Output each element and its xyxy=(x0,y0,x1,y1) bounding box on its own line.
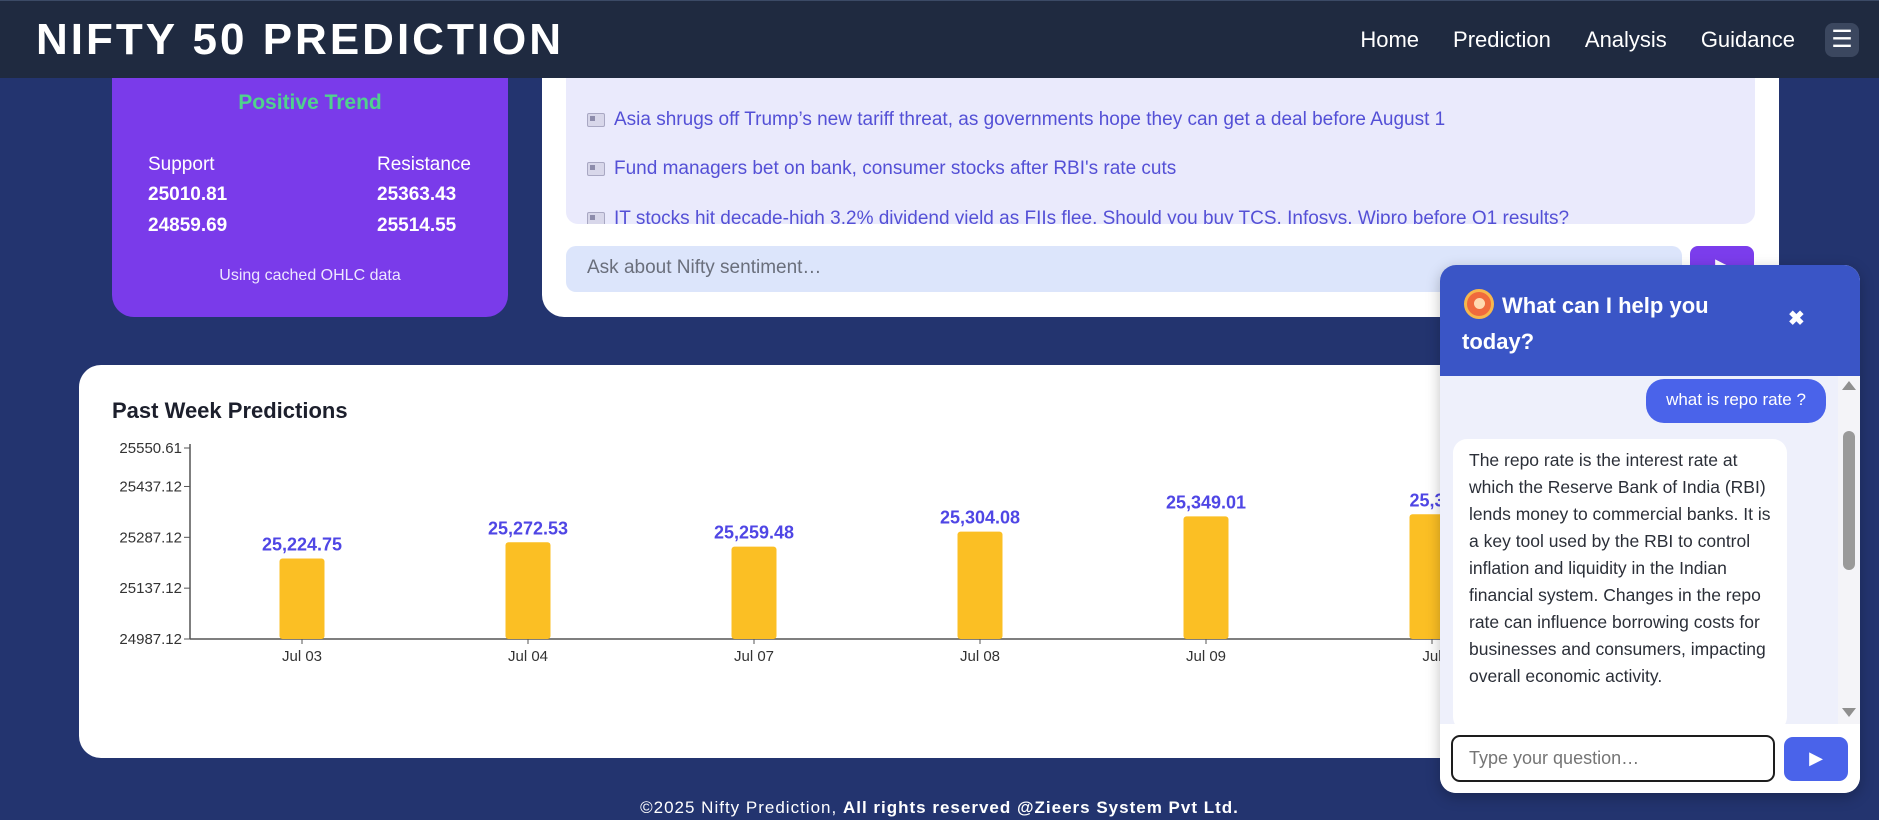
past-week-card: Past Week Predictions 25550.61 25437.12 25… xyxy=(79,365,1549,758)
newspaper-icon xyxy=(587,162,605,176)
footer-copyright: ©2025 Nifty Prediction, xyxy=(640,798,843,817)
close-icon[interactable]: ✖ xyxy=(1788,306,1805,331)
x-tick-label: Jul 08 xyxy=(960,648,1000,665)
bar-value-label: 25,272.53 xyxy=(488,518,568,538)
data-source-note: Using cached OHLC data xyxy=(219,267,401,284)
support-label: Support xyxy=(148,154,215,175)
news-list[interactable]: Asia shrugs off Trump’s new tariff threa… xyxy=(566,78,1755,224)
y-tick-label: 25137.12 xyxy=(119,580,182,597)
news-headline[interactable]: Fund managers bet on bank, consumer stoc… xyxy=(614,158,1176,180)
user-message: what is repo rate ? xyxy=(1646,379,1826,423)
chat-header: What can I help you today? ✖ xyxy=(1440,265,1860,376)
news-item[interactable]: Fund managers bet on bank, consumer stoc… xyxy=(566,158,1176,180)
y-tick-label: 25287.12 xyxy=(119,529,182,546)
bar-value-label: 25,259.48 xyxy=(714,523,794,543)
y-tick-label: 24987.12 xyxy=(119,631,182,648)
nav-prediction[interactable]: Prediction xyxy=(1453,27,1551,53)
brand-title[interactable]: NIFTY 50 PREDICTION xyxy=(36,15,564,65)
bar xyxy=(957,531,1003,639)
trend-card: Positive Trend Support Resistance 25010.… xyxy=(112,78,508,317)
bar-value-label: 25,224.75 xyxy=(262,534,342,554)
resistance-level-1: 25363.43 xyxy=(377,184,457,205)
top-navbar: NIFTY 50 PREDICTION Home Prediction Anal… xyxy=(0,0,1879,78)
news-headline[interactable]: Asia shrugs off Trump’s new tariff threa… xyxy=(614,109,1445,131)
resistance-label: Resistance xyxy=(377,154,471,175)
newspaper-icon xyxy=(587,113,605,127)
bar-value-label: 25,349.01 xyxy=(1166,492,1246,512)
scroll-down-icon[interactable] xyxy=(1842,708,1856,717)
chat-messages[interactable]: what is repo rate ? The repo rate is the… xyxy=(1440,376,1860,724)
nav-links: Home Prediction Analysis Guidance ☰ xyxy=(1326,22,1859,57)
x-tick-label: Jul 07 xyxy=(734,648,774,665)
resistance-level-2: 25514.55 xyxy=(377,215,457,236)
support-level-2: 24859.69 xyxy=(148,215,228,236)
chat-widget: What can I help you today? ✖ what is rep… xyxy=(1440,265,1860,793)
past-week-chart: 25550.61 25437.12 25287.12 25137.12 24987.12… xyxy=(119,440,1549,665)
bot-message: The repo rate is the interest rate at wh… xyxy=(1453,439,1787,724)
y-tick-label: 25437.12 xyxy=(119,478,182,495)
scroll-up-icon[interactable] xyxy=(1842,381,1856,390)
news-headline[interactable]: IT stocks hit decade-high 3.2% dividend … xyxy=(614,208,1569,224)
chat-input-bar: ▶ xyxy=(1440,724,1860,793)
scroll-thumb[interactable] xyxy=(1843,431,1855,570)
newspaper-icon xyxy=(587,212,605,224)
nav-guidance[interactable]: Guidance xyxy=(1701,27,1795,53)
support-level-1: 25010.81 xyxy=(148,184,228,205)
x-tick-label: Jul 09 xyxy=(1186,648,1226,665)
chat-question-input[interactable] xyxy=(1451,735,1775,782)
bar-value-label: 25,304.08 xyxy=(940,508,1020,528)
y-tick-label: 25550.61 xyxy=(119,440,182,457)
trend-status: Positive Trend xyxy=(238,91,382,114)
bar xyxy=(1183,516,1229,639)
footer: ©2025 Nifty Prediction, All rights reser… xyxy=(0,798,1879,818)
nav-analysis[interactable]: Analysis xyxy=(1585,27,1667,53)
footer-rights: All rights reserved @Zieers System Pvt L… xyxy=(842,798,1239,817)
bar xyxy=(279,558,325,639)
chat-title: What can I help you today? xyxy=(1462,293,1709,354)
x-tick-label: Jul xyxy=(1422,648,1441,665)
hamburger-icon[interactable]: ☰ xyxy=(1825,22,1859,57)
x-tick-label: Jul 03 xyxy=(282,648,322,665)
chat-scrollbar[interactable] xyxy=(1838,376,1860,724)
news-item[interactable]: Asia shrugs off Trump’s new tariff threa… xyxy=(566,109,1445,131)
bar xyxy=(731,546,777,639)
x-tick-label: Jul 04 xyxy=(508,648,548,665)
nav-home[interactable]: Home xyxy=(1360,27,1419,53)
news-item[interactable]: IT stocks hit decade-high 3.2% dividend … xyxy=(566,208,1569,224)
send-icon[interactable]: ▶ xyxy=(1784,737,1848,781)
bar xyxy=(505,542,551,639)
